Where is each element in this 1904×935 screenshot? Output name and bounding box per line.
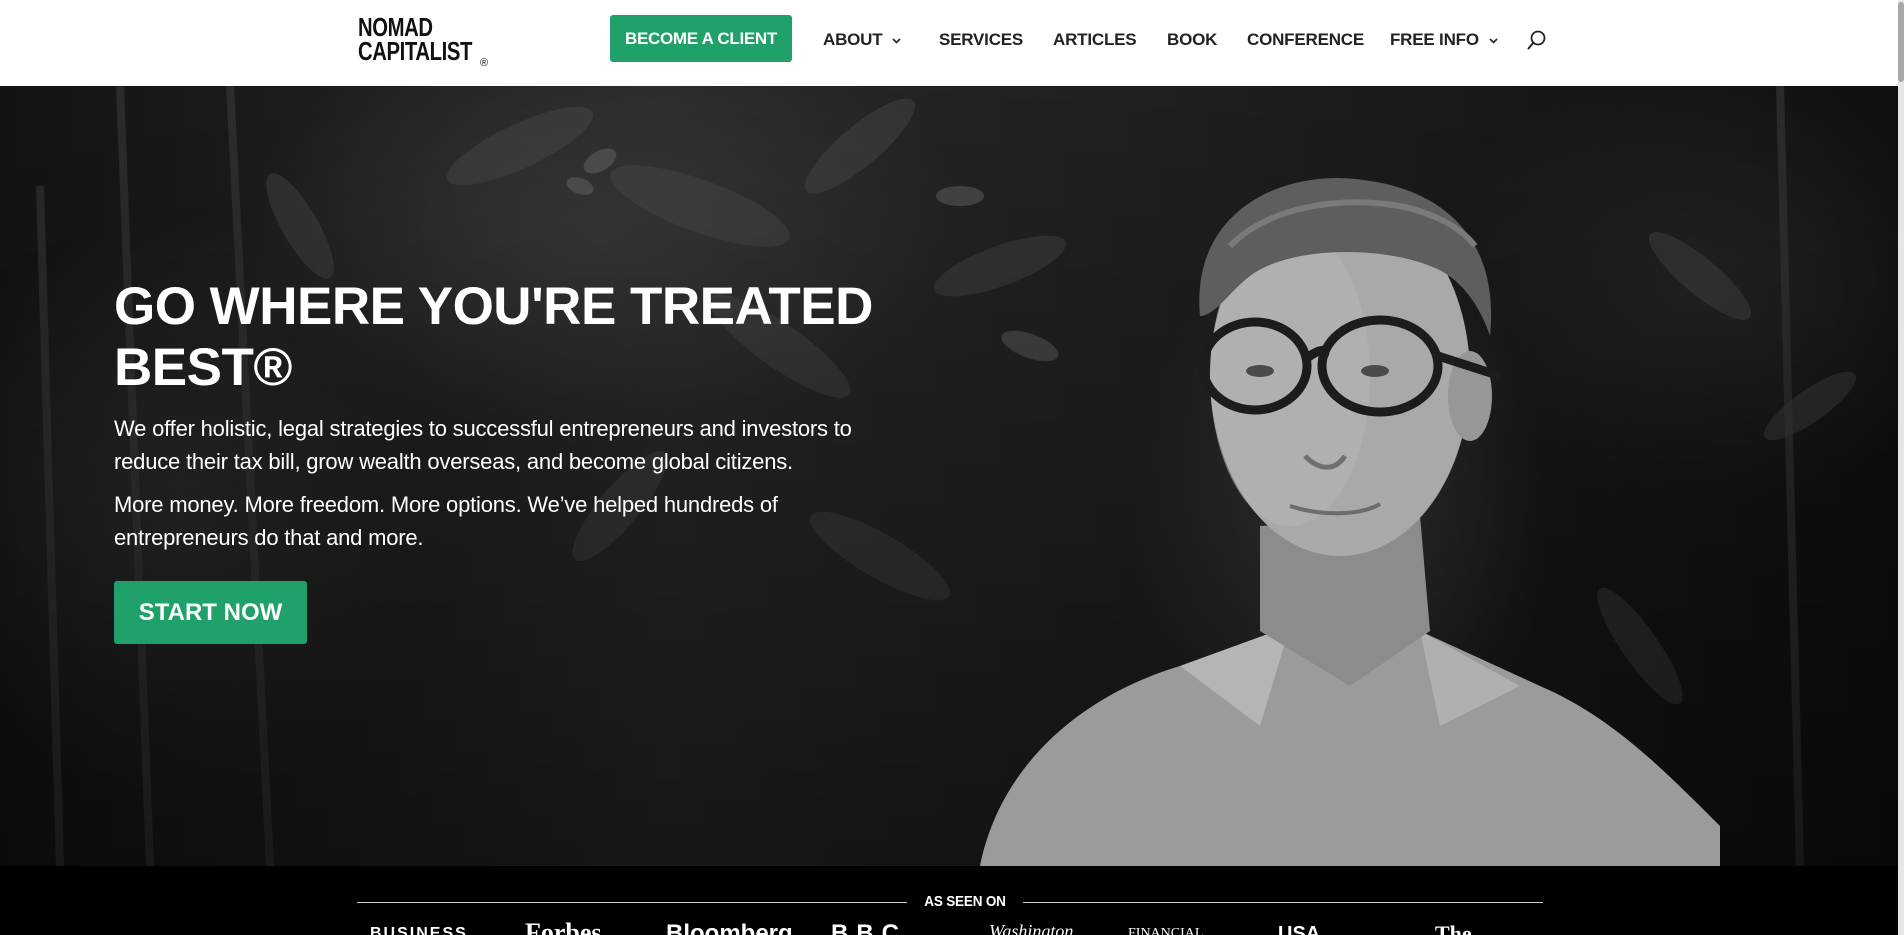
nav-item-free-info[interactable]: FREE INFO (1390, 28, 1499, 52)
nomad-capitalist-logo[interactable]: NOMAD CAPITALIST ® (358, 14, 498, 70)
nav-item-label: BOOK (1167, 30, 1218, 49)
hero-description: We offer holistic, legal strategies to s… (114, 412, 934, 478)
start-now-button[interactable]: START NOW (114, 581, 307, 644)
hero-title-line-1: GO WHERE YOU'RE TREATED (114, 277, 873, 336)
press-logo-the: The (1435, 921, 1472, 935)
site-header: NOMAD CAPITALIST ® BECOME A CLIENT ABOUT… (0, 0, 1904, 86)
hero-subtext-line-1: More money. More freedom. More options. … (114, 492, 778, 517)
as-seen-on-section: AS SEEN ON BUSINESS Forbes Bloomberg BBC… (0, 866, 1904, 935)
press-logo-forbes: Forbes (525, 918, 602, 935)
hero-title: GO WHERE YOU'RE TREATED BEST® (114, 276, 934, 398)
press-logo-financial-times: FINANCIAL (1128, 926, 1204, 935)
page-scrollbar[interactable] (1898, 0, 1904, 935)
nav-item-label: CONFERENCE (1247, 30, 1365, 49)
logo-line-2: CAPITALIST (358, 36, 473, 66)
hero-description-line-1: We offer holistic, legal strategies to s… (114, 416, 852, 441)
become-a-client-button[interactable]: BECOME A CLIENT (610, 15, 792, 62)
hero-subtext-line-2: entrepreneurs do that and more. (114, 525, 424, 550)
chevron-down-icon (1489, 37, 1498, 44)
nav-item-label: SERVICES (939, 30, 1024, 49)
divider-line-left (357, 902, 907, 903)
nav-item-articles[interactable]: ARTICLES (1053, 28, 1137, 52)
logo-registered-mark: ® (480, 57, 488, 69)
nav-item-book[interactable]: BOOK (1167, 28, 1217, 52)
nav-item-label: ARTICLES (1053, 30, 1137, 49)
press-logo-bbc: BBC (831, 920, 907, 935)
scrollbar-thumb[interactable] (1898, 2, 1904, 82)
as-seen-on-label: AS SEEN ON (924, 893, 1006, 910)
chevron-down-icon (892, 37, 902, 44)
nav-item-conference[interactable]: CONFERENCE (1247, 28, 1364, 52)
press-logo-business: BUSINESS (370, 925, 468, 935)
nav-item-services[interactable]: SERVICES (939, 28, 1023, 52)
nav-item-label: ABOUT (823, 30, 883, 49)
press-logo-washington-post: Washington (989, 921, 1074, 935)
nav-item-about[interactable]: ABOUT (823, 28, 902, 52)
search-icon[interactable] (1526, 29, 1548, 51)
press-logo-usa-today: USA (1278, 923, 1321, 935)
nav-item-label: FREE INFO (1390, 30, 1479, 49)
hero-section: GO WHERE YOU'RE TREATED BEST® We offer h… (0, 86, 1904, 866)
portrait-photo (980, 177, 1720, 866)
divider-line-right (1023, 902, 1543, 903)
hero-title-line-2: BEST® (114, 338, 292, 397)
hero-subtext: More money. More freedom. More options. … (114, 488, 934, 554)
press-logo-bloomberg: Bloomberg (666, 920, 793, 935)
hero-description-line-2: reduce their tax bill, grow wealth overs… (114, 449, 793, 474)
